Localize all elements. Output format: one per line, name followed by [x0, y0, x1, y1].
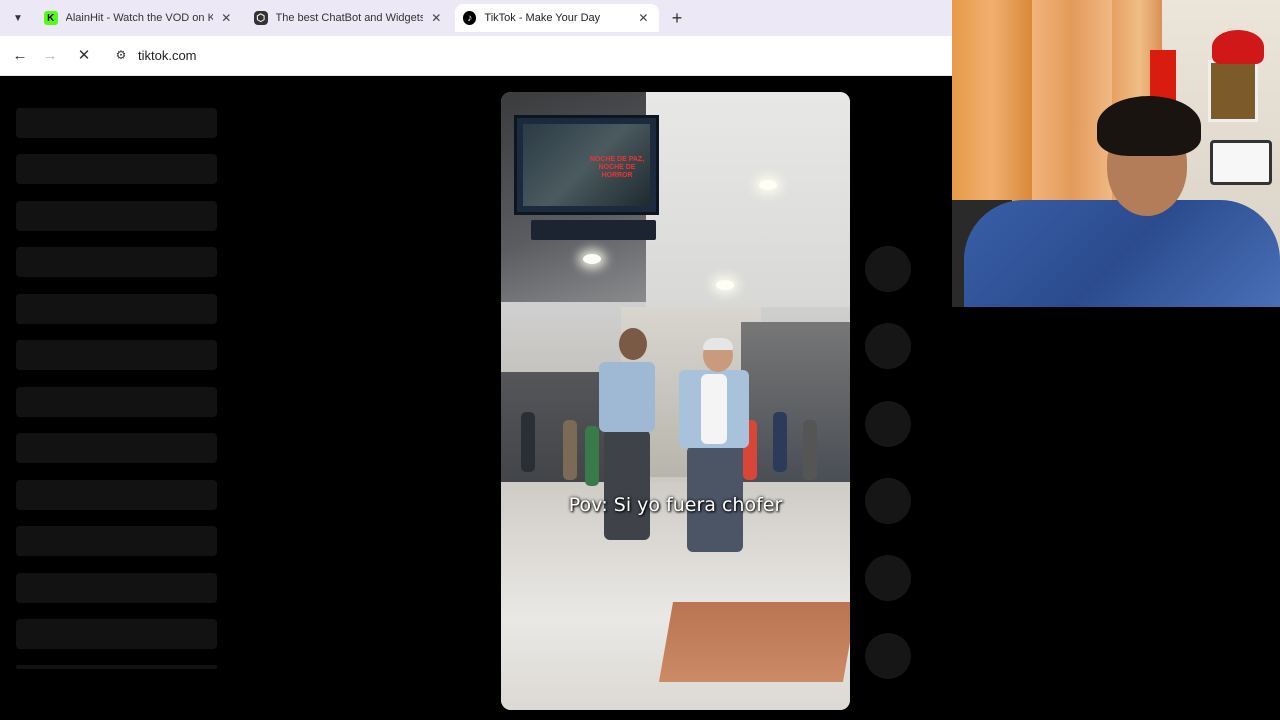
- video-scene-person: [773, 412, 787, 472]
- close-icon[interactable]: ✕: [429, 10, 444, 26]
- video-scene-person: [619, 328, 647, 360]
- tiktok-icon: ♪: [463, 11, 477, 25]
- address-toolbar: ← → ✕ ⚙ tiktok.com: [0, 36, 952, 76]
- video-scene-light: [583, 254, 601, 264]
- action-button-placeholder[interactable]: [865, 478, 911, 524]
- tab-alainhit[interactable]: K AlainHit - Watch the VOD on K ✕: [36, 4, 242, 32]
- close-icon[interactable]: ✕: [219, 10, 234, 26]
- new-tab-button[interactable]: +: [667, 8, 687, 28]
- webcam-overlay: [952, 0, 1280, 307]
- kick-icon: K: [44, 11, 58, 25]
- webcam-santa-hat: [1212, 30, 1264, 64]
- sidebar-skeleton-item: [16, 201, 217, 231]
- video-player[interactable]: NOCHE DE PAZ, NOCHE DE HORROR Pov: Si yo…: [501, 92, 850, 710]
- sidebar-skeleton-item: [16, 340, 217, 370]
- back-button[interactable]: ←: [10, 46, 30, 66]
- arrow-left-icon: ←: [12, 47, 28, 64]
- sidebar-skeleton-item: [16, 573, 217, 603]
- plus-icon: +: [671, 8, 683, 28]
- video-scene-ceiling: [646, 92, 850, 307]
- video-scene-person: [599, 362, 655, 432]
- action-button-placeholder[interactable]: [865, 323, 911, 369]
- sidebar-skeleton-item: [16, 108, 217, 138]
- tab-tiktok[interactable]: ♪ TikTok - Make Your Day ✕: [455, 4, 659, 32]
- stop-loading-button[interactable]: ✕: [74, 46, 94, 66]
- video-scene-light: [716, 280, 734, 290]
- sidebar-skeleton-item: [16, 526, 217, 556]
- webcam-person-hair: [1097, 96, 1201, 156]
- tab-title: TikTok - Make Your Day: [484, 12, 601, 24]
- video-scene-light: [759, 180, 777, 190]
- chevron-down-icon: ▼: [13, 12, 23, 24]
- sidebar-skeleton-item: [16, 665, 217, 669]
- video-scene-tv-text: NOCHE DE PAZ, NOCHE DE HORROR: [589, 156, 645, 179]
- sidebar-skeleton-item: [16, 247, 217, 277]
- site-info-button[interactable]: ⚙: [112, 46, 130, 64]
- video-scene-person: [803, 420, 817, 480]
- video-scene-person: [521, 412, 535, 472]
- video-scene-carpet: [658, 602, 850, 682]
- sidebar-skeleton-item: [16, 154, 217, 184]
- tab-title: The best ChatBot and Widgets: [275, 12, 423, 24]
- sidebar-skeleton-item: [16, 433, 217, 463]
- close-icon: ✕: [77, 47, 91, 64]
- action-button-placeholder[interactable]: [865, 633, 911, 679]
- tiktok-page: NOCHE DE PAZ, NOCHE DE HORROR Pov: Si yo…: [0, 77, 952, 720]
- sidebar-skeleton-item: [16, 294, 217, 324]
- chatbot-icon: ⬡: [254, 11, 268, 25]
- sidebar-skeleton-item: [16, 480, 217, 510]
- video-scene-tv-mount: [531, 220, 656, 240]
- action-button-placeholder[interactable]: [865, 555, 911, 601]
- webcam-picture-frame: [1208, 60, 1258, 122]
- tune-icon: ⚙: [115, 48, 127, 62]
- webcam-person-shirt: [964, 200, 1280, 307]
- tab-bar: ▼ K AlainHit - Watch the VOD on K ✕ ⬡ Th…: [0, 0, 952, 36]
- video-scene-person: [703, 338, 733, 350]
- video-scene-person: [585, 426, 599, 486]
- tab-search-button[interactable]: ▼: [8, 8, 28, 28]
- forward-button[interactable]: →: [40, 46, 60, 66]
- video-scene-tv: NOCHE DE PAZ, NOCHE DE HORROR: [514, 115, 659, 215]
- close-icon[interactable]: ✕: [636, 10, 651, 26]
- video-scene-person: [604, 430, 650, 540]
- arrow-right-icon: →: [42, 47, 58, 64]
- video-scene-person: [563, 420, 577, 480]
- video-caption: Pov: Si yo fuera chofer: [568, 494, 783, 516]
- tab-chatbot[interactable]: ⬡ The best ChatBot and Widgets ✕: [246, 4, 452, 32]
- action-button-placeholder[interactable]: [865, 246, 911, 292]
- video-scene-person: [701, 374, 727, 444]
- action-button-placeholder[interactable]: [865, 401, 911, 447]
- tab-title: AlainHit - Watch the VOD on K: [65, 12, 213, 24]
- browser-window: ▼ K AlainHit - Watch the VOD on K ✕ ⬡ Th…: [0, 0, 952, 720]
- sidebar-skeleton-item: [16, 619, 217, 649]
- webcam-whiteboard: [1210, 140, 1272, 185]
- address-bar[interactable]: tiktok.com: [138, 48, 197, 63]
- sidebar-skeleton-item: [16, 387, 217, 417]
